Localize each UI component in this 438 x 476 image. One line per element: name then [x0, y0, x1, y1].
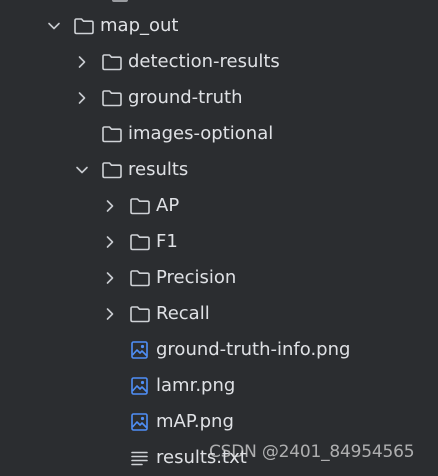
chevron-right-icon[interactable]: [73, 89, 91, 107]
chevron-right-icon[interactable]: [101, 233, 119, 251]
folder-icon: [129, 196, 151, 216]
tree-item-label: map_out: [100, 15, 179, 36]
tree-item-label: results: [128, 159, 189, 180]
tree-item-ground-truth[interactable]: ground-truth: [0, 80, 438, 116]
tree-item-label: F1: [156, 231, 178, 252]
scrolled-row-stub: [112, 0, 128, 2]
folder-icon: [129, 232, 151, 252]
tree-item-recall[interactable]: Recall: [0, 296, 438, 332]
image-file-icon: [129, 340, 151, 360]
folder-icon: [101, 88, 123, 108]
folder-icon: [73, 16, 95, 36]
tree-item-label: lamr.png: [156, 375, 236, 396]
csdn-watermark: CSDN @2401_84954565: [209, 442, 415, 462]
tree-item-f1[interactable]: F1: [0, 224, 438, 260]
tree-item-label: ground-truth-info.png: [156, 339, 351, 360]
tree-item-label: detection-results: [128, 51, 280, 72]
tree-item-map-out[interactable]: map_out: [0, 8, 438, 44]
image-file-icon: [129, 412, 151, 432]
chevron-right-icon[interactable]: [101, 197, 119, 215]
tree-item-results[interactable]: results: [0, 152, 438, 188]
tree-item-label: Recall: [156, 303, 210, 324]
tree-item-label: AP: [156, 195, 180, 216]
folder-icon: [101, 124, 123, 144]
text-file-icon: [129, 448, 151, 468]
chevron-down-icon[interactable]: [45, 17, 63, 35]
tree-item-ap[interactable]: AP: [0, 188, 438, 224]
tree-item-lamr-png[interactable]: lamr.png: [0, 368, 438, 404]
tree-item-label: ground-truth: [128, 87, 243, 108]
image-file-icon: [129, 376, 151, 396]
tree-item-ground-truth-info-png[interactable]: ground-truth-info.png: [0, 332, 438, 368]
folder-icon: [101, 52, 123, 72]
tree-item-detection-results[interactable]: detection-results: [0, 44, 438, 80]
tree-item-map-png[interactable]: mAP.png: [0, 404, 438, 440]
tree-item-precision[interactable]: Precision: [0, 260, 438, 296]
chevron-right-icon[interactable]: [101, 269, 119, 287]
folder-icon: [101, 160, 123, 180]
tree-item-images-optional[interactable]: images-optional: [0, 116, 438, 152]
project-file-tree: map_out detection-results ground-truth imag…: [0, 0, 438, 474]
folder-icon: [129, 304, 151, 324]
chevron-down-icon[interactable]: [73, 161, 91, 179]
chevron-right-icon[interactable]: [73, 53, 91, 71]
tree-item-label: Precision: [156, 267, 237, 288]
tree-item-label: mAP.png: [156, 411, 234, 432]
chevron-right-icon[interactable]: [101, 305, 119, 323]
folder-icon: [129, 268, 151, 288]
tree-item-label: images-optional: [128, 123, 274, 144]
